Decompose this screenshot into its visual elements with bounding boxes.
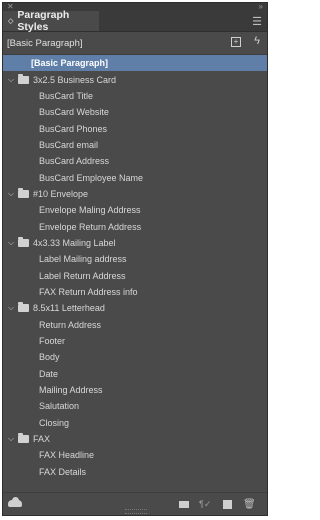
style-item[interactable]: BusCard Employee Name [3, 169, 267, 185]
new-folder-icon[interactable] [179, 501, 189, 508]
style-item[interactable]: BusCard Website [3, 104, 267, 120]
style-item[interactable]: Date [3, 366, 267, 382]
trash-icon[interactable]: 🗑 [243, 499, 256, 510]
panel-tab-bar: ◇ Paragraph Styles ☰ [3, 9, 267, 33]
folder-icon [18, 433, 29, 444]
style-item-label: Body [39, 352, 60, 363]
style-item-label: BusCard Title [39, 90, 94, 101]
tab-chevron-icon: ◇ [8, 18, 14, 25]
style-item-label: Salutation [39, 401, 80, 412]
style-group-letterhead[interactable]: ⌵ 8.5x11 Letterhead [3, 300, 267, 316]
chevron-down-icon[interactable]: ⌵ [6, 238, 16, 248]
chevron-down-icon[interactable]: ⌵ [6, 75, 16, 85]
style-group-label: 8.5x11 Letterhead [33, 303, 105, 314]
panel-footer: ¶✓ 🗑 [3, 492, 267, 515]
current-style-row: [Basic Paragraph] + ϟ [3, 32, 267, 55]
style-item-label: FAX Details [39, 466, 87, 477]
folder-icon [18, 187, 29, 198]
style-item-basic-paragraph[interactable]: [Basic Paragraph] [3, 55, 267, 72]
style-item-label: Footer [39, 336, 66, 347]
style-item-label: BusCard Website [39, 107, 109, 118]
style-group-fax[interactable]: ⌵ FAX [3, 431, 267, 447]
tab-paragraph-styles[interactable]: ◇ Paragraph Styles [3, 9, 99, 33]
lightning-icon[interactable]: ϟ [254, 35, 260, 47]
style-item[interactable]: BusCard email [3, 137, 267, 153]
style-item[interactable]: BusCard Title [3, 88, 267, 104]
style-item-label: Label Mailing address [39, 254, 127, 265]
style-item[interactable]: Footer [3, 333, 267, 349]
chevron-down-icon[interactable]: ⌵ [6, 303, 16, 313]
clear-overrides-icon[interactable]: ¶✓ [199, 499, 211, 510]
style-group-label: FAX [33, 434, 51, 445]
folder-icon [18, 236, 29, 247]
new-style-icon[interactable] [223, 500, 232, 509]
style-item[interactable]: Closing [3, 415, 267, 431]
style-item[interactable]: FAX Details [3, 464, 267, 480]
style-item[interactable]: Envelope Return Address [3, 218, 267, 234]
style-item[interactable]: FAX Return Address info [3, 284, 267, 300]
style-group-business-card[interactable]: ⌵ 3x2.5 Business Card [3, 71, 267, 87]
style-group-label: 3x2.5 Business Card [33, 74, 117, 85]
style-item-label: Return Address [39, 319, 102, 330]
style-list: [Basic Paragraph] ⌵ 3x2.5 Business Card … [3, 55, 267, 480]
style-item-label: Closing [39, 417, 70, 428]
style-item-label: Envelope Return Address [39, 221, 142, 232]
style-item-label: BusCard Address [39, 156, 110, 167]
resize-grip[interactable] [125, 509, 147, 514]
style-item-label: FAX Headline [39, 450, 95, 461]
style-item-label: BusCard Phones [39, 123, 108, 134]
new-style-from-selection-icon[interactable]: + [231, 37, 241, 47]
current-style-label: [Basic Paragraph] [7, 37, 83, 49]
style-item-label: BusCard email [39, 139, 99, 150]
chevron-down-icon[interactable]: ⌵ [6, 434, 16, 444]
close-icon[interactable]: ✕ [7, 2, 14, 11]
style-item[interactable]: Body [3, 349, 267, 365]
style-group-label: #10 Envelope [33, 188, 89, 199]
tab-title: Paragraph Styles [17, 9, 70, 33]
style-item-label: Date [39, 368, 59, 379]
style-item[interactable]: Salutation [3, 398, 267, 414]
style-item[interactable]: Label Return Address [3, 267, 267, 283]
style-group-mailing-label[interactable]: ⌵ 4x3.33 Mailing Label [3, 235, 267, 251]
chevron-down-icon[interactable]: ⌵ [6, 189, 16, 199]
style-item-label: Envelope Maling Address [39, 205, 141, 216]
cloud-icon[interactable] [8, 497, 22, 507]
style-item[interactable]: BusCard Address [3, 153, 267, 169]
style-item[interactable]: FAX Headline [3, 447, 267, 463]
style-group-envelope[interactable]: ⌵ #10 Envelope [3, 186, 267, 202]
style-item[interactable]: Envelope Maling Address [3, 202, 267, 218]
style-item[interactable]: Label Mailing address [3, 251, 267, 267]
style-item-label: BusCard Employee Name [39, 172, 144, 183]
panel-menu-icon[interactable]: ☰ [252, 15, 262, 28]
style-item-label: FAX Return Address info [39, 286, 138, 297]
collapse-icon[interactable]: » [259, 2, 263, 11]
style-item-label: Label Return Address [39, 270, 126, 281]
style-group-label: 4x3.33 Mailing Label [33, 237, 116, 248]
style-item-label: Mailing Address [39, 385, 103, 396]
style-item[interactable]: Return Address [3, 317, 267, 333]
paragraph-styles-panel: ✕ » ◇ Paragraph Styles ☰ [Basic Paragrap… [2, 2, 268, 516]
folder-icon [18, 302, 29, 313]
style-item[interactable]: Mailing Address [3, 382, 267, 398]
folder-icon [18, 73, 29, 84]
style-item-label: [Basic Paragraph] [31, 58, 109, 69]
style-item[interactable]: BusCard Phones [3, 120, 267, 136]
